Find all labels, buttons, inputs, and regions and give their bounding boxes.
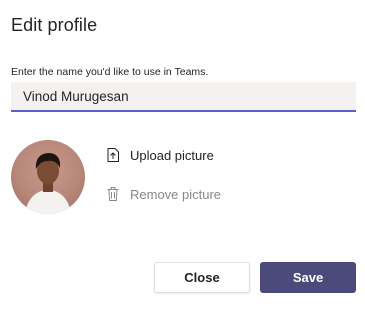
remove-picture-button[interactable]: Remove picture (106, 186, 221, 202)
dialog-title: Edit profile (11, 15, 98, 35)
trash-icon (106, 186, 120, 202)
name-input[interactable] (11, 82, 356, 112)
edit-profile-dialog: Edit profile Enter the name you'd like t… (0, 0, 365, 309)
name-field-label: Enter the name you'd like to use in Team… (11, 66, 209, 78)
upload-picture-button[interactable]: Upload picture (106, 147, 214, 163)
avatar (11, 140, 85, 214)
avatar-photo (25, 153, 71, 214)
upload-icon (106, 147, 120, 163)
close-button[interactable]: Close (154, 262, 250, 293)
remove-picture-label: Remove picture (130, 186, 222, 202)
save-button[interactable]: Save (260, 262, 356, 293)
upload-picture-label: Upload picture (130, 147, 214, 163)
